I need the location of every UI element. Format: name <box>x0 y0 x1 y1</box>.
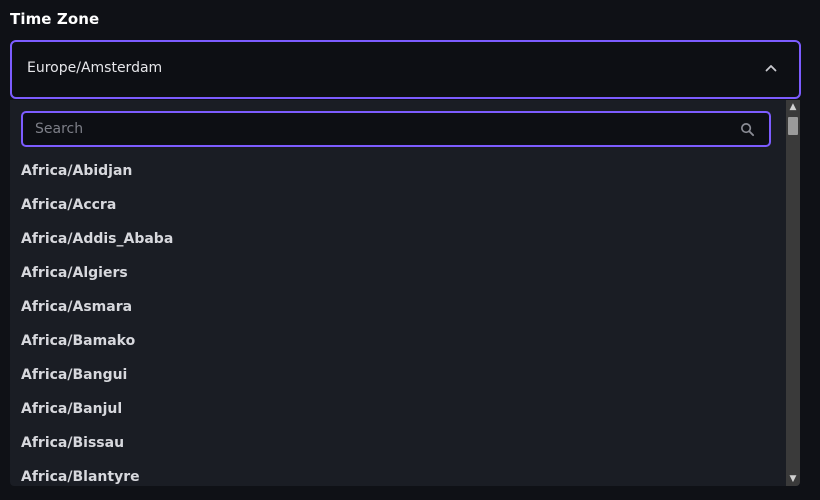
time-zone-option[interactable]: Africa/Accra <box>10 188 785 222</box>
search-input[interactable] <box>35 113 725 145</box>
time-zone-dropdown: Africa/Abidjan Africa/Accra Africa/Addis… <box>10 100 800 486</box>
time-zone-option[interactable]: Africa/Asmara <box>10 290 785 324</box>
dropdown-scrollbar[interactable]: ▲ ▼ <box>786 100 800 486</box>
time-zone-option[interactable]: Africa/Bissau <box>10 426 785 460</box>
scroll-up-arrow-icon[interactable]: ▲ <box>786 100 800 114</box>
time-zone-option[interactable]: Africa/Blantyre <box>10 460 785 486</box>
time-zone-option[interactable]: Africa/Bangui <box>10 358 785 392</box>
search-icon <box>741 123 755 137</box>
time-zone-option[interactable]: Africa/Addis_Ababa <box>10 222 785 256</box>
time-zone-label: Time Zone <box>10 10 100 28</box>
selected-time-zone: Europe/Amsterdam <box>27 60 163 76</box>
time-zone-option[interactable]: Africa/Banjul <box>10 392 785 426</box>
time-zone-option[interactable]: Africa/Abidjan <box>10 154 785 188</box>
time-zone-select[interactable]: Europe/Amsterdam <box>10 40 801 99</box>
time-zone-options-list: Africa/Abidjan Africa/Accra Africa/Addis… <box>10 154 785 486</box>
time-zone-option[interactable]: Africa/Algiers <box>10 256 785 290</box>
scroll-down-arrow-icon[interactable]: ▼ <box>786 472 800 486</box>
chevron-up-icon[interactable] <box>763 60 779 76</box>
search-box[interactable] <box>21 111 771 147</box>
scrollbar-thumb[interactable] <box>788 117 798 135</box>
time-zone-option[interactable]: Africa/Bamako <box>10 324 785 358</box>
